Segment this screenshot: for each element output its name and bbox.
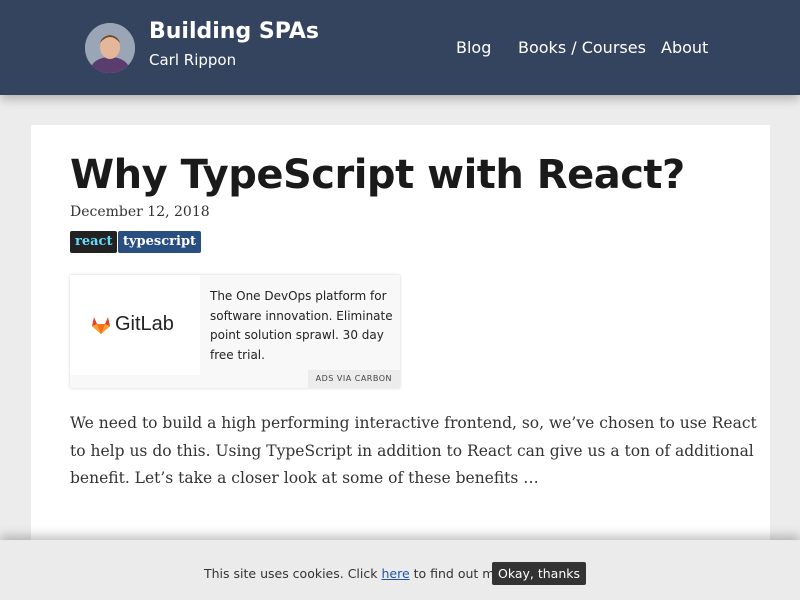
post-excerpt: We need to build a high performing inter… (70, 414, 757, 487)
cookie-accept-button[interactable]: Okay, thanks (492, 562, 587, 585)
site-header: Building SPAs Carl Rippon Blog Books / C… (0, 0, 800, 95)
cookie-message: This site uses cookies. Click here to fi… (204, 566, 515, 581)
nav-blog[interactable]: Blog (456, 38, 491, 57)
ad-logo[interactable]: GitLab (70, 275, 200, 375)
author-avatar-icon (85, 23, 135, 73)
post-title[interactable]: Why TypeScript with React? (70, 152, 685, 198)
nav-books-courses[interactable]: Books / Courses (518, 38, 646, 57)
site-title[interactable]: Building SPAs (149, 19, 319, 44)
nav-about[interactable]: About (661, 38, 708, 57)
gitlab-tanuki-icon (92, 317, 110, 334)
ads-via-carbon-link[interactable]: ADS VIA CARBON (307, 370, 400, 388)
ad-text[interactable]: The One DevOps platform for software inn… (210, 287, 395, 365)
tag-typescript[interactable]: typescript (118, 231, 202, 253)
cookie-text-before: This site uses cookies. Click (204, 566, 382, 581)
gitlab-wordmark: GitLab (115, 313, 174, 335)
carbon-ad[interactable]: GitLab The One DevOps platform for softw… (70, 275, 400, 388)
tag-react[interactable]: react (70, 231, 118, 253)
cookie-more-link[interactable]: here (381, 566, 409, 581)
cookie-bar: This site uses cookies. Click here to fi… (0, 540, 800, 600)
avatar[interactable] (85, 23, 135, 73)
post-date: December 12, 2018 (70, 204, 210, 220)
site-subtitle: Carl Rippon (149, 51, 237, 69)
